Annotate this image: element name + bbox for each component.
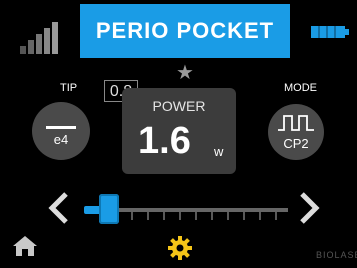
tip-label: TIP	[60, 82, 78, 94]
battery-icon	[311, 26, 349, 38]
home-icon[interactable]	[12, 234, 38, 258]
signal-strength-icon	[20, 22, 58, 54]
power-slider[interactable]	[84, 192, 288, 226]
mode-value: CP2	[283, 136, 309, 151]
brand-logo: BIOLASE	[316, 250, 357, 260]
title-bar: PERIO POCKET	[80, 4, 290, 58]
increase-arrow-icon[interactable]	[296, 190, 322, 226]
mode-label: MODE	[284, 82, 317, 94]
favorite-star-icon[interactable]: ★	[176, 60, 194, 85]
slider-ticks	[115, 212, 277, 220]
power-label: POWER	[152, 98, 206, 114]
mode-selector[interactable]: CP2	[268, 104, 324, 160]
power-value: 1.6	[138, 120, 191, 162]
tip-value: e4	[53, 132, 69, 147]
screen-title: PERIO POCKET	[95, 18, 275, 43]
power-unit: w	[214, 144, 224, 159]
tip-selector[interactable]: e4	[32, 102, 90, 160]
decrease-arrow-icon[interactable]	[46, 190, 72, 226]
slider-thumb[interactable]	[99, 194, 119, 224]
gear-icon[interactable]	[168, 236, 192, 260]
power-panel[interactable]: POWER 1.6 w	[122, 88, 236, 174]
tip-indicator-bar	[46, 126, 76, 129]
pulse-wave-icon	[278, 115, 314, 131]
